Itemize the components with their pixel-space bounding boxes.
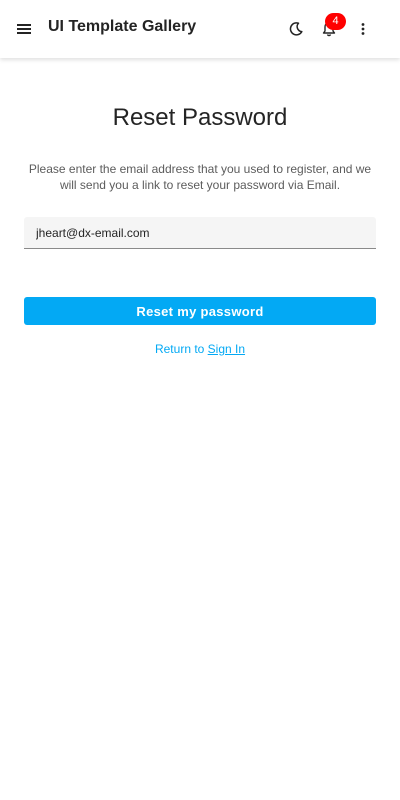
reset-password-button[interactable]: Reset my password [24,297,376,325]
menu-icon [17,24,31,34]
sign-in-link[interactable]: Sign In [208,342,245,356]
page-title: Reset Password [112,104,288,131]
notification-badge: 4 [325,13,346,30]
more-options-button[interactable] [347,13,379,45]
reset-password-form: Reset Password Please enter the email ad… [24,58,376,356]
menu-button[interactable] [8,13,40,45]
form-description: Please enter the email address that you … [28,162,372,192]
return-to-sign-in: Return to Sign In [24,342,376,356]
moon-icon [289,22,303,36]
email-field[interactable] [24,217,376,249]
more-vertical-icon [361,23,365,35]
theme-toggle-button[interactable] [280,13,312,45]
app-title: UI Template Gallery [48,18,197,35]
return-prefix-text: Return to [154,342,208,356]
app-header: UI Template Gallery 4 [0,0,400,58]
